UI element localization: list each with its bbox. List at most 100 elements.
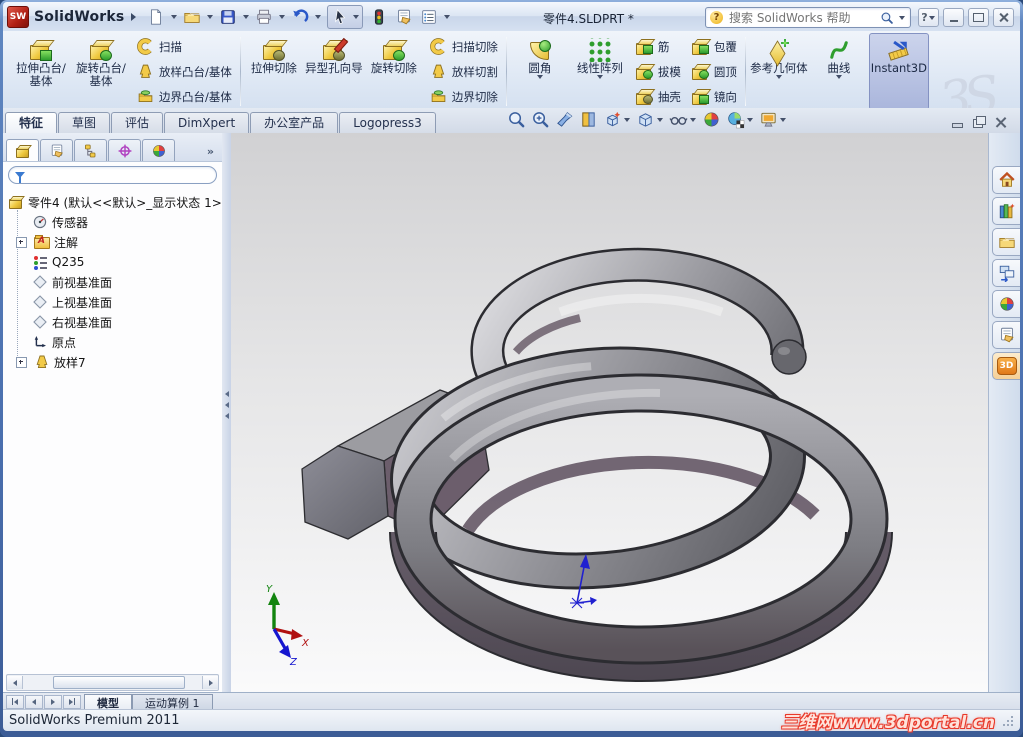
help-button[interactable]: ? [918, 8, 939, 27]
tab-dimxpert[interactable]: DimXpert [164, 112, 250, 133]
document-minimize-button[interactable] [951, 117, 964, 128]
undo-dropdown-caret-icon[interactable] [315, 14, 322, 19]
apply-scene-icon[interactable] [726, 110, 754, 129]
zoom-to-area-icon[interactable] [531, 110, 550, 129]
ribbon-button-sweep[interactable]: 扫描 [133, 37, 235, 57]
ribbon-button-hole-wizard[interactable]: 异型孔向导 [304, 33, 364, 110]
tree-item-origin[interactable]: 原点 [32, 332, 222, 352]
taskpane-tab-resources[interactable] [992, 166, 1020, 194]
tab-model[interactable]: 模型 [84, 694, 132, 710]
display-style-icon[interactable] [636, 110, 664, 129]
save-icon[interactable] [217, 6, 239, 28]
taskpane-tab-view-palette[interactable] [992, 259, 1020, 287]
panel-horizontal-scrollbar[interactable] [6, 674, 219, 691]
fillet-dropdown-caret-icon[interactable] [536, 75, 543, 79]
ribbon-button-draft[interactable]: 拔模 [632, 62, 684, 82]
ribbon-button-lofted-cut[interactable]: 放样切割 [426, 62, 501, 82]
tree-item-top-plane[interactable]: 上视基准面 [32, 292, 222, 312]
zoom-to-fit-icon[interactable] [507, 110, 526, 129]
magnifier-icon[interactable] [880, 11, 894, 25]
save-dropdown-caret-icon[interactable] [243, 14, 250, 19]
filter-input[interactable] [29, 167, 210, 183]
maximize-button[interactable] [968, 8, 989, 27]
ribbon-button-shell[interactable]: 抽壳 [632, 87, 684, 107]
tree-item-sensors[interactable]: 传感器 [32, 212, 222, 232]
ribbon-button-mirror[interactable]: 镜向 [688, 87, 740, 107]
ribbon-button-curves[interactable]: 曲线 [809, 33, 869, 110]
ribbon-button-dome[interactable]: 圆顶 [688, 62, 740, 82]
select-cursor-icon[interactable] [330, 6, 352, 28]
resize-grip[interactable] [1001, 714, 1014, 727]
ribbon-button-rib[interactable]: 筋 [632, 37, 684, 57]
open-dropdown-caret-icon[interactable] [207, 14, 214, 19]
spring-model[interactable] [301, 247, 893, 682]
document-restore-button[interactable] [973, 116, 986, 128]
tab-sketch[interactable]: 草图 [58, 112, 111, 133]
ribbon-button-boundary-cut[interactable]: 边界切除 [426, 87, 501, 107]
taskpane-tab-3d-content[interactable]: 3D [992, 352, 1020, 380]
linear-pattern-dropdown-caret-icon[interactable] [596, 75, 603, 79]
document-close-button[interactable] [995, 117, 1008, 128]
search-input[interactable] [727, 9, 876, 26]
options-dropdown-caret-icon[interactable] [444, 14, 451, 19]
ribbon-button-wrap[interactable]: 包覆 [688, 37, 740, 57]
last-tab-icon[interactable] [63, 694, 81, 709]
zoom-to-selection-icon[interactable] [555, 110, 574, 129]
taskpane-tab-appearances[interactable] [992, 290, 1020, 318]
taskpane-tab-custom-properties[interactable] [992, 321, 1020, 349]
ribbon-button-revolved-boss[interactable]: 旋转凸台/基体 [71, 33, 131, 110]
dimxpertmanager-tab[interactable] [108, 139, 141, 161]
tree-item-loft7[interactable]: 放样7 [16, 352, 222, 372]
ribbon-button-instant3d[interactable]: Instant3D [868, 33, 929, 110]
print-icon[interactable] [253, 6, 275, 28]
search-box[interactable]: ? [705, 7, 911, 28]
displaymanager-tab[interactable] [142, 139, 175, 161]
graphics-viewport[interactable]: Y X Z [231, 133, 988, 693]
close-button[interactable] [993, 8, 1014, 27]
menu-expand-arrow-icon[interactable] [131, 12, 137, 21]
new-document-icon[interactable] [145, 6, 167, 28]
ribbon-button-extruded-boss[interactable]: 拉伸凸台/基体 [11, 33, 71, 110]
view-orientation-icon[interactable] [603, 110, 631, 129]
featuremanager-tree-tab[interactable] [6, 139, 39, 161]
rebuild-traffic-light-icon[interactable] [368, 6, 390, 28]
expand-icon[interactable] [16, 236, 27, 248]
reference-geometry-dropdown-caret-icon[interactable] [775, 75, 782, 79]
tab-office-products[interactable]: 办公室产品 [250, 112, 339, 133]
print-dropdown-caret-icon[interactable] [279, 14, 286, 19]
tree-item-material[interactable]: Q235 [32, 252, 222, 272]
tree-item-annotations[interactable]: A 注解 [16, 232, 222, 252]
filter-box[interactable] [8, 166, 217, 184]
tab-evaluate[interactable]: 评估 [111, 112, 164, 133]
scroll-left-icon[interactable] [7, 676, 23, 689]
section-view-icon[interactable] [579, 110, 598, 129]
taskpane-tab-design-library[interactable] [992, 197, 1020, 225]
ribbon-button-reference-geometry[interactable]: 参考几何体 [749, 33, 809, 110]
curves-dropdown-caret-icon[interactable] [835, 75, 842, 79]
undo-icon[interactable] [289, 6, 311, 28]
tree-item-right-plane[interactable]: 右视基准面 [32, 312, 222, 332]
tab-logopress3[interactable]: Logopress3 [339, 112, 436, 133]
view-settings-icon[interactable] [759, 110, 787, 129]
ribbon-button-loft[interactable]: 放样凸台/基体 [133, 62, 235, 82]
options-list-icon[interactable] [418, 6, 440, 28]
edit-appearance-icon[interactable] [702, 110, 721, 129]
propertymanager-tab[interactable] [40, 139, 73, 161]
tree-item-front-plane[interactable]: 前视基准面 [32, 272, 222, 292]
tab-motion-study[interactable]: 运动算例 1 [132, 694, 213, 710]
open-folder-icon[interactable] [181, 6, 203, 28]
ribbon-button-boundary-boss[interactable]: 边界凸台/基体 [133, 87, 235, 107]
hide-show-items-icon[interactable] [669, 110, 697, 129]
solidworks-logo-icon[interactable]: SW [7, 5, 29, 28]
previous-tab-icon[interactable] [25, 694, 43, 709]
app-name[interactable]: SolidWorks [34, 9, 124, 25]
ribbon-button-revolved-cut[interactable]: 旋转切除 [364, 33, 424, 110]
next-tab-icon[interactable] [44, 694, 62, 709]
panel-chevron[interactable]: » [207, 145, 219, 161]
tab-features[interactable]: 特征 [5, 112, 58, 133]
tree-root[interactable]: 零件4 (默认<<默认>_显示状态 1> [8, 192, 222, 212]
first-tab-icon[interactable] [6, 694, 24, 709]
configurationmanager-tab[interactable] [74, 139, 107, 161]
ribbon-button-extruded-cut[interactable]: 拉伸切除 [244, 33, 304, 110]
file-properties-icon[interactable] [393, 6, 415, 28]
